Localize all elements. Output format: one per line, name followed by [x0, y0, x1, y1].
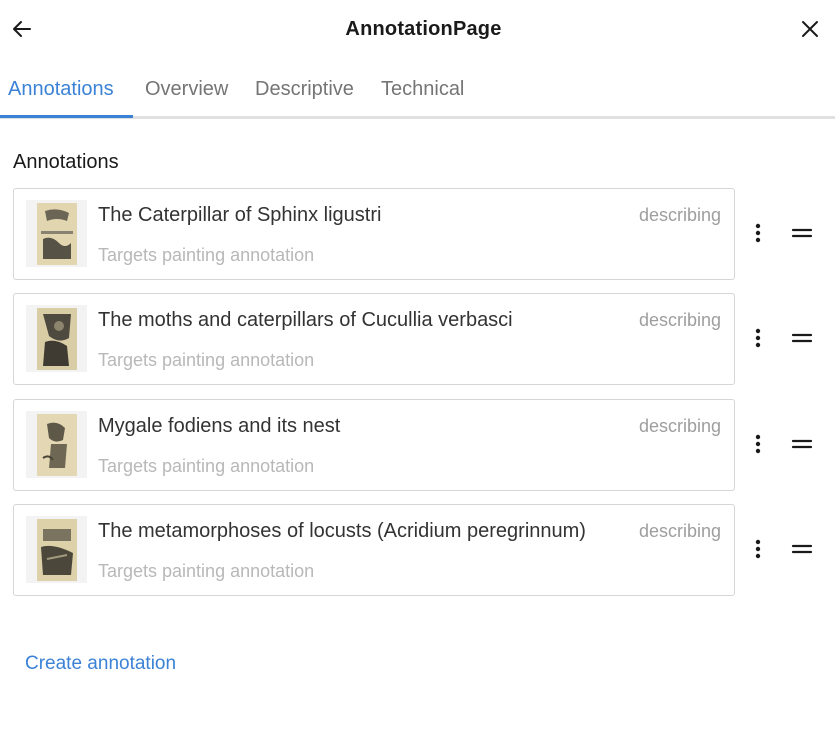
drag-handle-icon [791, 228, 813, 238]
close-icon [802, 21, 818, 37]
tab-annotations[interactable]: Annotations [8, 78, 114, 101]
drag-handle[interactable] [790, 537, 814, 561]
section-title: Annotations [13, 151, 119, 173]
thumbnail-image [36, 413, 77, 476]
annotation-motivation: describing [638, 521, 721, 541]
annotation-card[interactable]: Mygale fodiens and its nest Targets pain… [13, 399, 735, 491]
drag-handle-icon [791, 333, 813, 343]
more-vertical-icon [755, 223, 761, 243]
annotation-menu-button[interactable] [748, 323, 768, 353]
tab-descriptive[interactable]: Descriptive [255, 78, 354, 101]
annotation-thumbnail [26, 200, 87, 267]
thumbnail-image [36, 518, 77, 581]
drag-handle[interactable] [790, 221, 814, 245]
annotation-menu-button[interactable] [748, 534, 768, 564]
annotation-target: Targets painting annotation [98, 561, 315, 581]
tab-technical[interactable]: Technical [381, 78, 464, 101]
annotation-label: The metamorphoses of locusts (Acridium p… [98, 520, 586, 542]
annotation-target: Targets painting annotation [98, 245, 315, 265]
more-vertical-icon [755, 328, 761, 348]
drag-handle[interactable] [790, 326, 814, 350]
annotation-menu-button[interactable] [748, 218, 768, 248]
page-title: AnnotationPage [345, 18, 502, 40]
annotation-thumbnail [26, 516, 87, 583]
annotation-thumbnail [26, 305, 87, 372]
annotation-label: Mygale fodiens and its nest [98, 415, 341, 437]
annotation-target: Targets painting annotation [98, 456, 315, 476]
annotation-motivation: describing [638, 310, 721, 330]
annotation-thumbnail [26, 411, 87, 478]
create-annotation-link[interactable]: Create annotation [25, 653, 176, 675]
annotation-label: The moths and caterpillars of Cucullia v… [98, 309, 513, 331]
more-vertical-icon [755, 539, 761, 559]
annotation-card[interactable]: The metamorphoses of locusts (Acridium p… [13, 504, 735, 596]
tab-bar: Annotations Overview Descriptive Technic… [0, 70, 835, 119]
more-vertical-icon [755, 434, 761, 454]
annotation-motivation: describing [638, 205, 721, 225]
active-tab-indicator [0, 115, 133, 118]
thumbnail-image [36, 307, 77, 370]
annotation-motivation: describing [638, 416, 721, 436]
annotation-menu-button[interactable] [748, 429, 768, 459]
close-button[interactable] [798, 17, 822, 41]
annotation-label: The Caterpillar of Sphinx ligustri [98, 204, 382, 226]
drag-handle-icon [791, 544, 813, 554]
thumbnail-image [36, 202, 77, 265]
tab-overview[interactable]: Overview [145, 78, 228, 101]
annotation-card[interactable]: The Caterpillar of Sphinx ligustri Targe… [13, 188, 735, 280]
annotation-target: Targets painting annotation [98, 350, 315, 370]
header: AnnotationPage [0, 0, 835, 60]
drag-handle[interactable] [790, 432, 814, 456]
annotation-card[interactable]: The moths and caterpillars of Cucullia v… [13, 293, 735, 385]
drag-handle-icon [791, 439, 813, 449]
